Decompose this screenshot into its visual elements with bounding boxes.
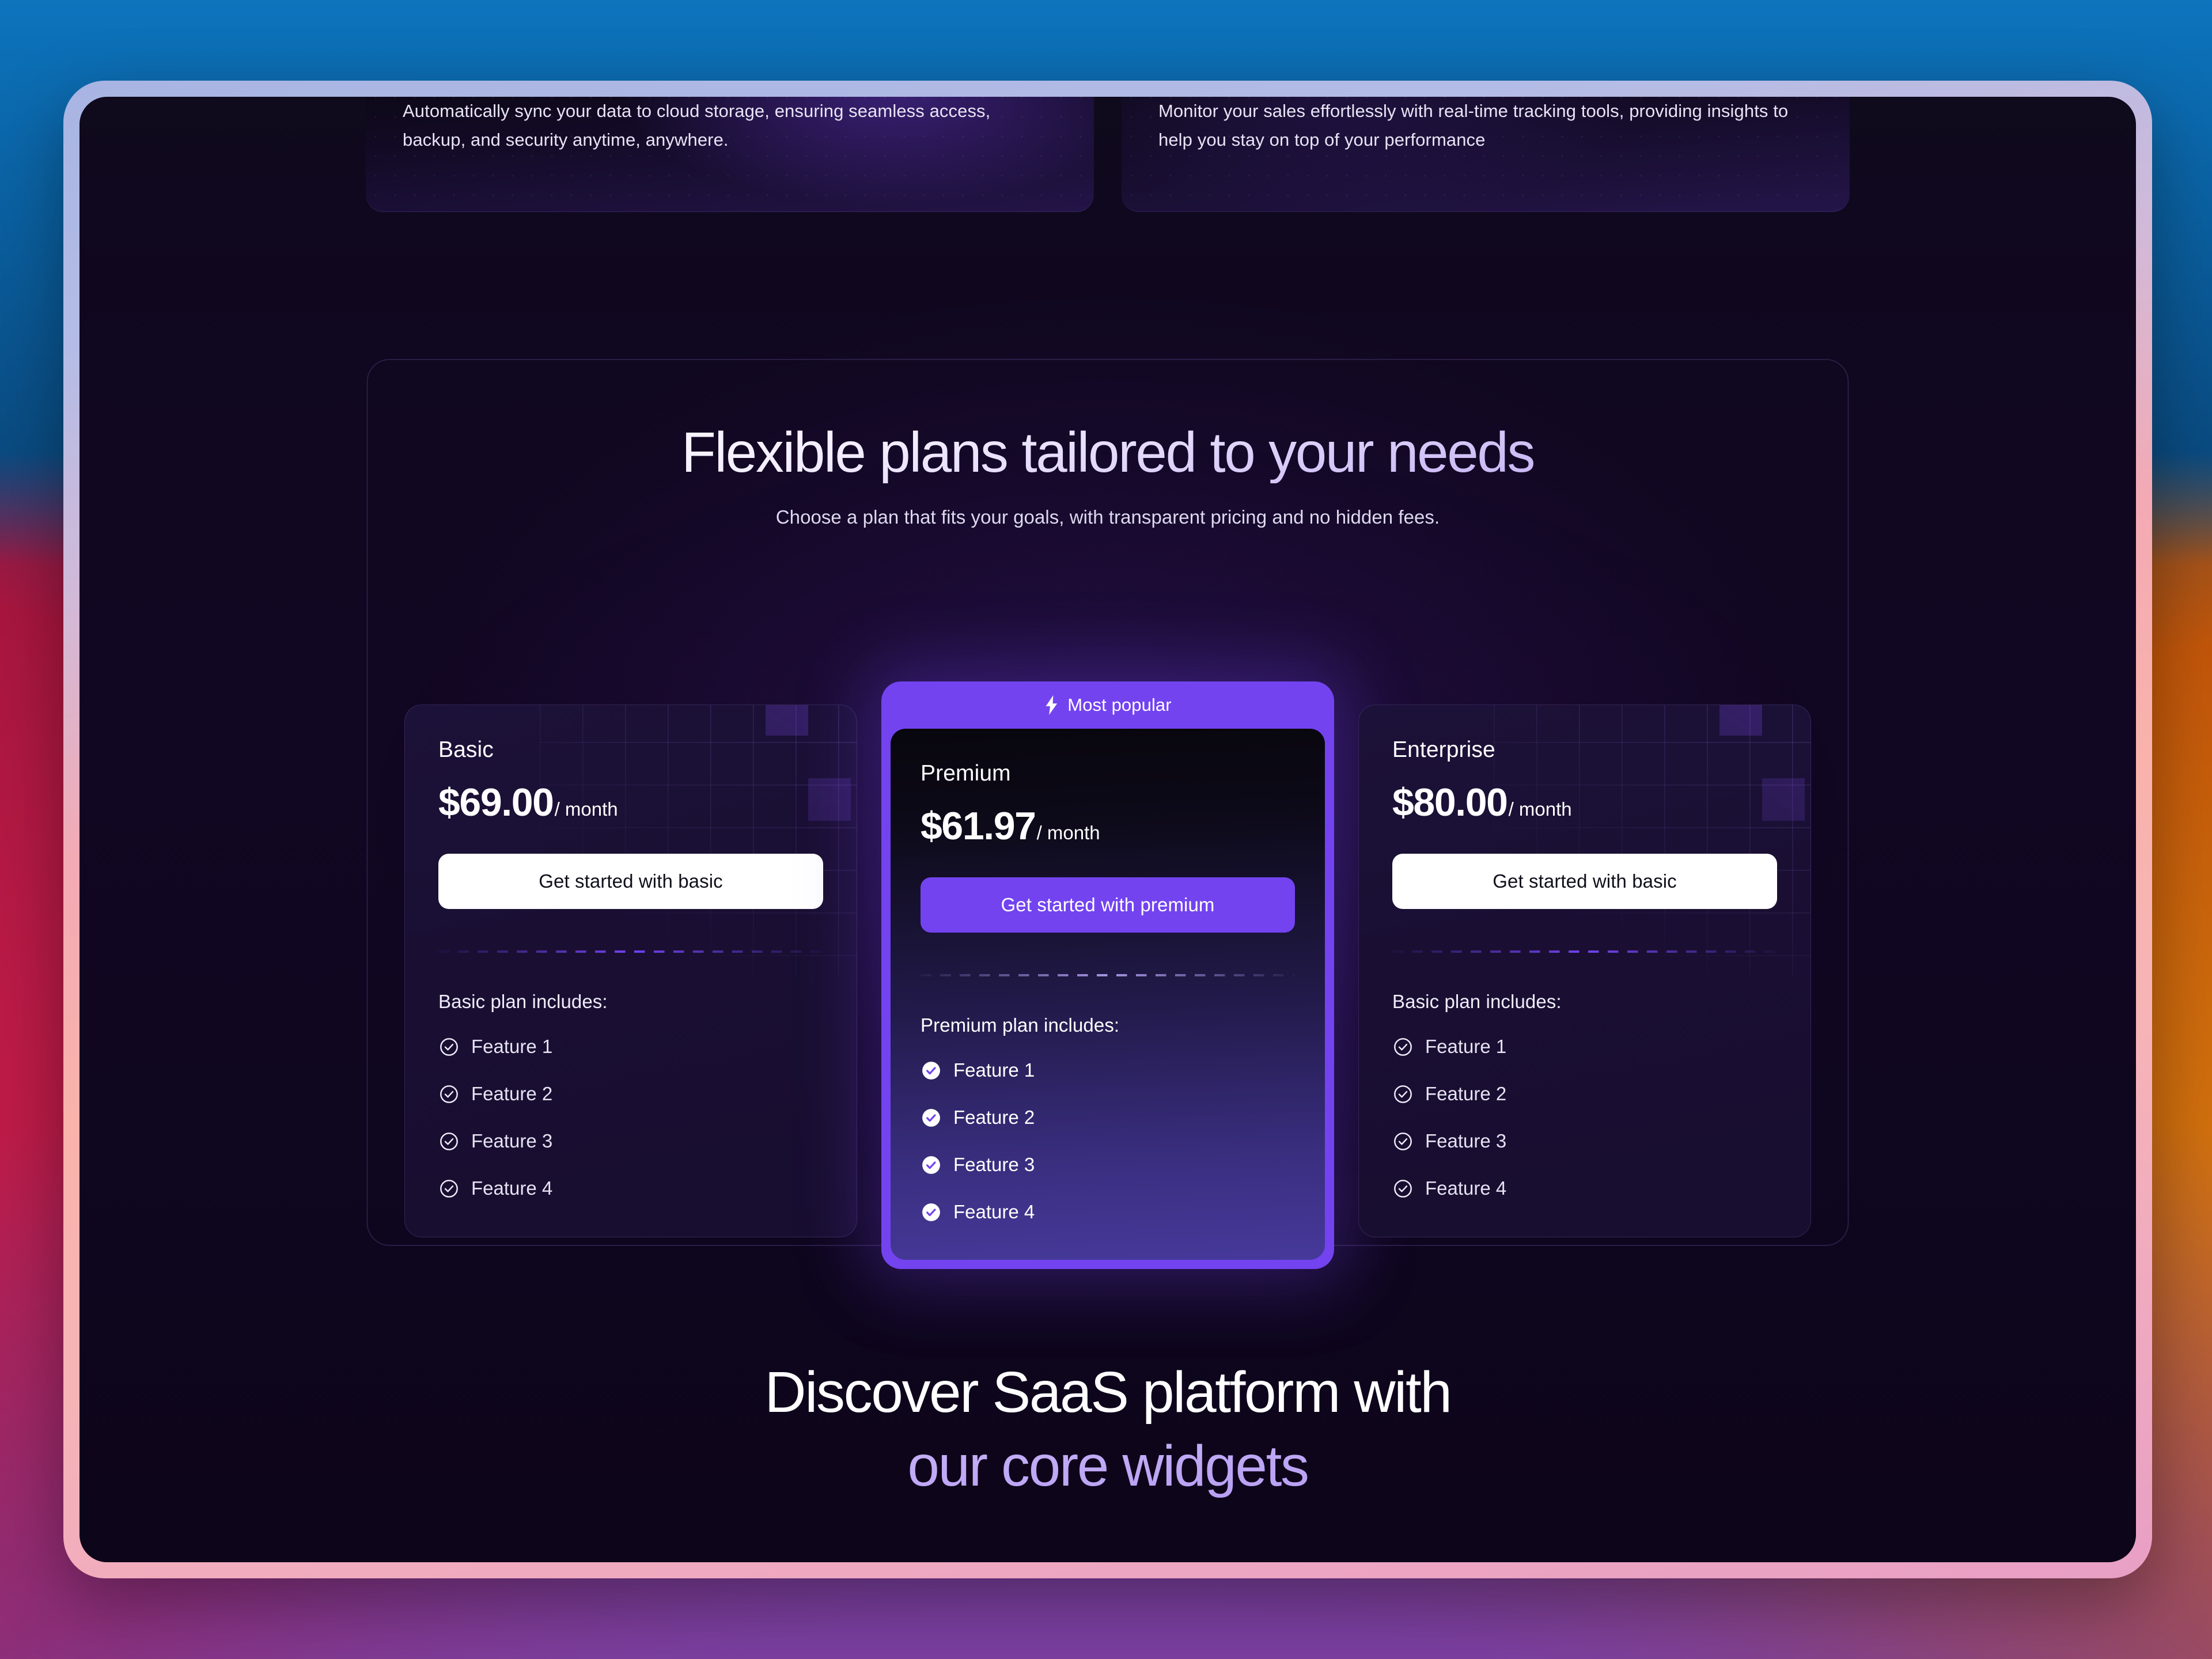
bottom-headline-line1: Discover SaaS platform with xyxy=(764,1360,1452,1425)
feature-card-sales-text: Monitor your sales effortlessly with rea… xyxy=(1158,101,1789,150)
check-circle-outline-icon xyxy=(1394,1132,1412,1150)
feature-card-sync-text: Automatically sync your data to cloud st… xyxy=(403,101,991,150)
cta-button-basic[interactable]: Get started with basic xyxy=(438,854,823,909)
plan-card-premium[interactable]: Premium $61.97 / month Get started with … xyxy=(891,729,1325,1260)
most-popular-label: Most popular xyxy=(1067,695,1172,715)
plan-price-period: / month xyxy=(1508,798,1572,820)
plan-card-basic[interactable]: Basic $69.00 / month Get started with ba… xyxy=(404,704,857,1237)
plan-divider xyxy=(438,950,823,953)
check-circle-filled-icon xyxy=(922,1203,940,1221)
device-frame: Automatically sync your data to cloud st… xyxy=(63,81,2152,1578)
includes-label-enterprise: Basic plan includes: xyxy=(1392,991,1562,1012)
plan-price-amount: $61.97 xyxy=(921,804,1036,848)
cta-button-premium[interactable]: Get started with premium xyxy=(921,877,1295,933)
bottom-headline-line2: our core widgets xyxy=(79,1429,2136,1503)
feature-label: Feature 1 xyxy=(1425,1036,1507,1057)
list-item: Feature 3 xyxy=(921,1154,1295,1176)
plan-price-period: / month xyxy=(1036,822,1100,843)
check-circle-filled-icon xyxy=(922,1156,940,1174)
feature-label: Feature 1 xyxy=(953,1059,1035,1081)
list-item: Feature 4 xyxy=(1392,1177,1777,1199)
check-circle-outline-icon xyxy=(1394,1179,1412,1198)
includes-label-premium: Premium plan includes: xyxy=(921,1014,1120,1036)
pricing-plans-row: Basic $69.00 / month Get started with ba… xyxy=(402,681,1813,1269)
plan-price-amount: $80.00 xyxy=(1392,781,1508,824)
check-circle-outline-icon xyxy=(440,1037,458,1056)
includes-label-basic: Basic plan includes: xyxy=(438,991,608,1012)
check-circle-outline-icon xyxy=(440,1179,458,1198)
list-item: Feature 4 xyxy=(438,1177,823,1199)
list-item: Feature 1 xyxy=(1392,1036,1777,1058)
list-item: Feature 3 xyxy=(438,1130,823,1152)
plan-price-amount: $69.00 xyxy=(438,781,554,824)
feature-label: Feature 2 xyxy=(953,1107,1035,1128)
feature-list-enterprise: Feature 1 Feature 2 Feature 3 Feature 4 xyxy=(1392,1036,1777,1199)
plan-price-basic: $69.00 / month xyxy=(438,780,823,825)
plan-card-premium-wrapper[interactable]: Most popular Premium $61.97 / month Get … xyxy=(881,681,1334,1269)
list-item: Feature 2 xyxy=(438,1083,823,1105)
check-circle-outline-icon xyxy=(1394,1085,1412,1103)
feature-list-basic: Feature 1 Feature 2 Feature 3 Feature 4 xyxy=(438,1036,823,1199)
pricing-subtitle: Choose a plan that fits your goals, with… xyxy=(775,506,1440,528)
list-item: Feature 2 xyxy=(921,1107,1295,1128)
plan-price-period: / month xyxy=(554,798,618,820)
check-circle-filled-icon xyxy=(922,1108,940,1127)
feature-card-sync[interactable]: Automatically sync your data to cloud st… xyxy=(366,97,1094,212)
feature-label: Feature 2 xyxy=(471,1083,553,1104)
feature-label: Feature 4 xyxy=(471,1177,553,1199)
feature-label: Feature 4 xyxy=(953,1201,1035,1222)
pricing-title: Flexible plans tailored to your needs xyxy=(368,422,1848,483)
top-feature-cards: Automatically sync your data to cloud st… xyxy=(79,97,2136,212)
list-item: Feature 2 xyxy=(1392,1083,1777,1105)
feature-list-premium: Feature 1 Feature 2 Feature 3 Feature 4 xyxy=(921,1059,1295,1223)
plan-divider xyxy=(921,974,1295,976)
list-item: Feature 3 xyxy=(1392,1130,1777,1152)
check-circle-outline-icon xyxy=(440,1132,458,1150)
plan-name-enterprise: Enterprise xyxy=(1392,737,1495,762)
feature-label: Feature 3 xyxy=(1425,1130,1507,1152)
plan-card-enterprise[interactable]: Enterprise $80.00 / month Get started wi… xyxy=(1358,704,1811,1237)
feature-label: Feature 3 xyxy=(953,1154,1035,1175)
browser-viewport: Automatically sync your data to cloud st… xyxy=(79,97,2136,1562)
feature-label: Feature 2 xyxy=(1425,1083,1507,1104)
plan-price-enterprise: $80.00 / month xyxy=(1392,780,1777,825)
bottom-headline: Discover SaaS platform with our core wid… xyxy=(79,1355,2136,1503)
check-circle-filled-icon xyxy=(922,1061,940,1080)
feature-label: Feature 3 xyxy=(471,1130,553,1152)
cta-button-enterprise[interactable]: Get started with basic xyxy=(1392,854,1777,909)
list-item: Feature 4 xyxy=(921,1201,1295,1223)
feature-card-sales[interactable]: Monitor your sales effortlessly with rea… xyxy=(1122,97,1850,212)
plan-name-premium: Premium xyxy=(921,761,1011,786)
check-circle-outline-icon xyxy=(440,1085,458,1103)
list-item: Feature 1 xyxy=(921,1059,1295,1081)
most-popular-badge: Most popular xyxy=(891,681,1325,729)
feature-label: Feature 4 xyxy=(1425,1177,1507,1199)
check-circle-outline-icon xyxy=(1394,1037,1412,1056)
plan-divider xyxy=(1392,950,1777,953)
plan-name-basic: Basic xyxy=(438,737,494,762)
lightning-bolt-icon xyxy=(1046,695,1058,715)
list-item: Feature 1 xyxy=(438,1036,823,1058)
plan-price-premium: $61.97 / month xyxy=(921,804,1295,849)
feature-label: Feature 1 xyxy=(471,1036,553,1057)
